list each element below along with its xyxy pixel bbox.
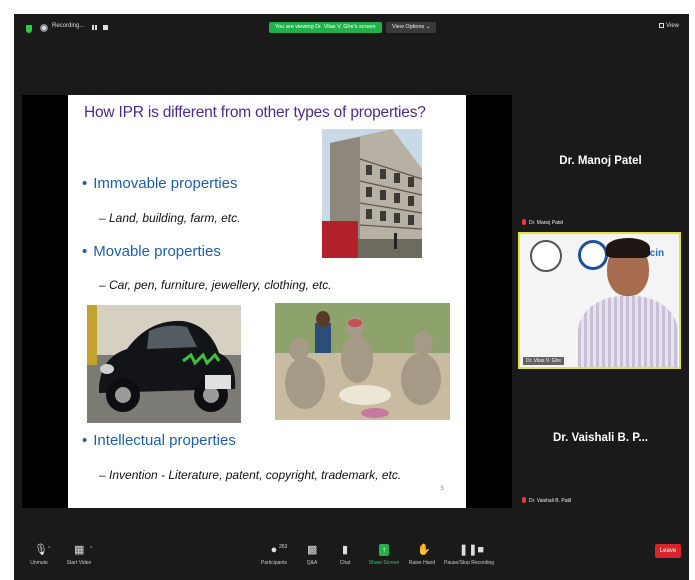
view-button-label: View — [666, 23, 679, 29]
speaker-body — [578, 296, 678, 367]
bullet-immovable-text: Immovable properties — [93, 175, 238, 192]
vintage-car-photo — [87, 305, 241, 423]
chat-icon: ▮ — [341, 544, 349, 556]
presentation-slide: How IPR is different from other types of… — [68, 95, 466, 508]
start-video-button[interactable]: ▦ Start Video ^ — [62, 544, 96, 566]
raise-hand-button[interactable]: ✋ Raise Hand — [408, 544, 436, 566]
sub-movable: – Car, pen, furniture, jewellery, clothi… — [99, 278, 332, 292]
view-options-button[interactable]: View Options ⌄ — [386, 22, 437, 33]
recording-icon — [40, 24, 48, 32]
bullet-dot: • — [82, 432, 88, 449]
recording-label: Recording... — [52, 23, 85, 29]
building-photo — [322, 129, 422, 258]
bullet-dot: • — [82, 243, 88, 260]
institute-logo — [530, 240, 562, 272]
bullet-intellectual-text: Intellectual properties — [93, 432, 236, 449]
car-illustration — [87, 305, 241, 423]
participants-label: Participants — [260, 560, 288, 566]
participant-label-text: Dr. Manoj Patel — [529, 220, 564, 226]
participant-label: Dr. Vaishali B. Patil — [522, 497, 571, 504]
viewing-screen-banner: You are viewing Dr. Vilas V. Ghe's scree… — [269, 22, 382, 33]
monkey-statues-photo — [275, 303, 450, 420]
caret-up-icon[interactable]: ^ — [48, 546, 50, 552]
participant-name: Dr. Vaishali B. P... — [552, 432, 649, 444]
bullet-movable-text: Movable properties — [93, 243, 221, 260]
speaker-hair — [606, 238, 650, 258]
participants-button[interactable]: ● 263 Participants — [254, 544, 294, 566]
chat-button[interactable]: ▮ Chat — [336, 544, 354, 566]
video-name-label: Dr. Vilas V. Ghe — [523, 357, 565, 365]
qa-icon: ▩ — [307, 544, 318, 556]
slide-title: How IPR is different from other types of… — [84, 104, 426, 121]
slide-page-number: 5 — [440, 486, 444, 492]
top-bar: Recording... You are viewing Dr. Vilas V… — [14, 14, 689, 42]
unmute-label: Unmute — [30, 560, 48, 566]
meeting-toolbar: 🎙 Unmute ^ ▦ Start Video ^ ● 263 Partici… — [14, 540, 689, 580]
unmute-button[interactable]: 🎙 Unmute ^ — [24, 544, 54, 566]
pause-stop-icon: ❚❚■ — [459, 544, 485, 556]
participant-label: Dr. Manoj Patel — [522, 219, 563, 226]
qa-button[interactable]: ▩ Q&A — [304, 544, 320, 566]
video-off-icon: ▦ — [74, 544, 85, 556]
pause-recording-icon[interactable] — [92, 25, 97, 30]
bullet-intellectual: • Intellectual properties — [82, 432, 236, 449]
stop-recording-icon[interactable] — [103, 25, 108, 30]
raise-hand-icon: ✋ — [417, 544, 431, 556]
bullet-movable: • Movable properties — [82, 243, 221, 260]
participants-icon: ● — [270, 544, 278, 556]
zoom-window: Recording... You are viewing Dr. Vilas V… — [14, 14, 689, 580]
participant-name: Dr. Manoj Patel — [559, 155, 642, 167]
sub-immovable: – Land, building, farm, etc. — [99, 211, 241, 225]
participant-tile-vaishali[interactable]: Dr. Vaishali B. P... Dr. Vaishali B. Pat… — [518, 371, 683, 507]
bullet-dot: • — [82, 175, 88, 192]
raise-hand-label: Raise Hand — [408, 560, 436, 566]
share-screen-icon: ↑ — [379, 544, 389, 556]
caret-up-icon[interactable]: ^ — [90, 546, 92, 552]
muted-microphone-icon: 🎙 — [34, 544, 48, 556]
building-illustration — [322, 129, 422, 258]
sub-intellectual: – Invention - Literature, patent, copyri… — [99, 468, 402, 482]
shield-icon[interactable] — [26, 25, 32, 33]
start-video-label: Start Video — [66, 560, 92, 566]
shared-screen: How IPR is different from other types of… — [22, 95, 512, 508]
grid-view-icon — [659, 23, 665, 28]
muted-mic-icon — [522, 497, 526, 503]
pause-stop-recording-button[interactable]: ❚❚■ Pause/Stop Recording — [444, 544, 494, 566]
pause-stop-recording-label: Pause/Stop Recording — [444, 560, 495, 566]
chat-label: Chat — [339, 560, 351, 566]
monkey-illustration — [275, 303, 450, 420]
iit-logo — [578, 240, 608, 270]
participant-label-text: Dr. Vaishali B. Patil — [529, 498, 572, 504]
qa-label: Q&A — [306, 560, 318, 566]
leave-button[interactable]: Leave — [655, 544, 681, 558]
participants-count: 263 — [279, 544, 288, 550]
share-screen-label: Share Screen — [368, 560, 400, 566]
view-button[interactable]: View — [659, 23, 679, 29]
bullet-immovable: • Immovable properties — [82, 175, 238, 192]
muted-mic-icon — [522, 219, 526, 225]
participant-tile-manoj[interactable]: Dr. Manoj Patel Dr. Manoj Patel — [518, 95, 683, 230]
share-screen-button[interactable]: ↑ Share Screen — [366, 544, 402, 566]
active-speaker-video[interactable]: abcin Dr. Vilas V. Ghe — [518, 232, 681, 369]
